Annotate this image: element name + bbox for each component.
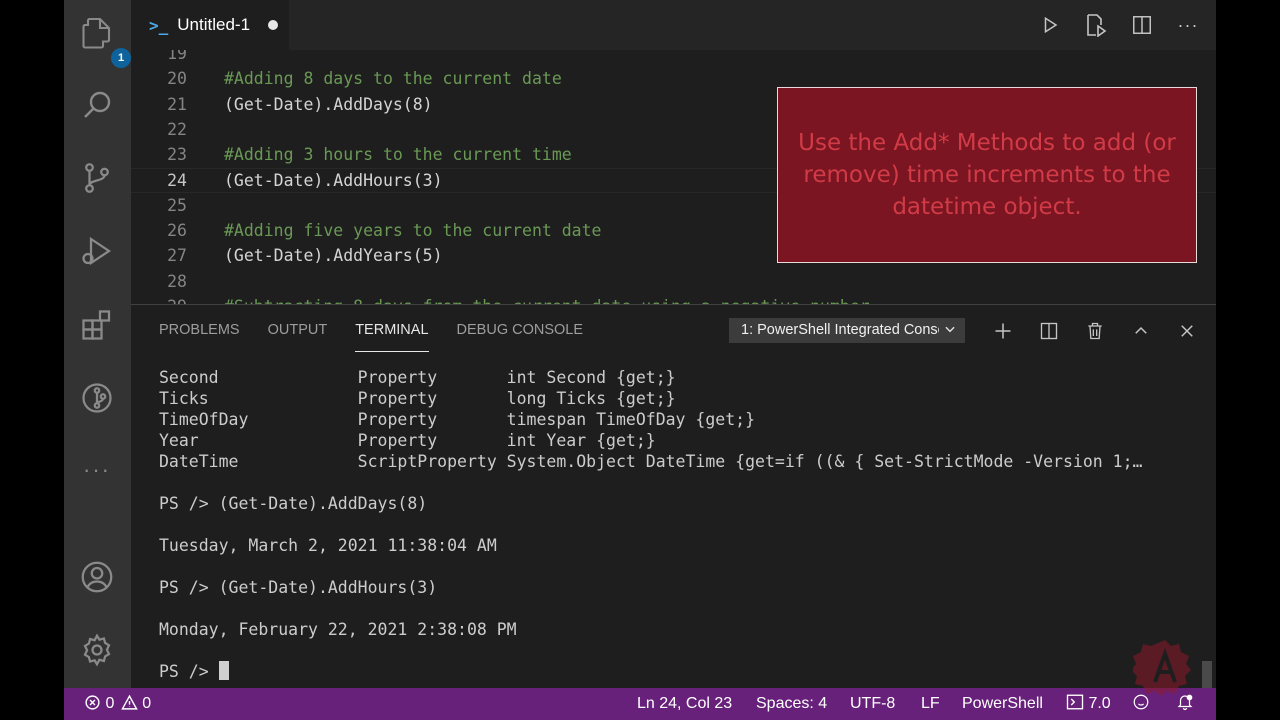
terminal-line: Second Property int Second {get;} — [159, 368, 676, 387]
line-number: 23 — [167, 145, 187, 165]
callout-overlay: Use the Add* Methods to add (or remove) … — [777, 87, 1197, 263]
code-line[interactable]: 28 — [131, 269, 1216, 294]
code-comment: #Subtracting 8 days from the current dat… — [224, 294, 870, 304]
account-icon[interactable] — [77, 557, 117, 597]
tab-title: Untitled-1 — [177, 15, 251, 34]
line-number: 26 — [167, 221, 187, 241]
vscode-window: 1 ··· >_ Untitled-1 ··· 19 20 #Adding 8 … — [64, 0, 1216, 720]
split-terminal-icon[interactable] — [1035, 317, 1063, 345]
new-terminal-icon[interactable] — [989, 317, 1017, 345]
line-number: 27 — [167, 246, 187, 266]
eol-status[interactable]: LF — [921, 688, 940, 720]
tab-problems[interactable]: PROBLEMS — [159, 305, 240, 355]
tab-terminal[interactable]: TERMINAL — [355, 305, 429, 355]
code-comment: #Adding 8 days to the current date — [224, 69, 562, 89]
terminal-scrollbar[interactable] — [1202, 661, 1212, 689]
terminal-line: PS /> (Get-Date).AddHours(3) — [159, 578, 438, 597]
search-icon[interactable] — [77, 85, 117, 125]
panel-tabs: PROBLEMS OUTPUT TERMINAL DEBUG CONSOLE — [159, 305, 611, 355]
code-line[interactable]: 19 — [131, 50, 1216, 66]
editor-tab[interactable]: >_ Untitled-1 — [131, 0, 289, 50]
bottom-panel: PROBLEMS OUTPUT TERMINAL DEBUG CONSOLE 1… — [131, 304, 1216, 689]
more-actions-icon[interactable]: ··· — [1174, 10, 1202, 40]
editor-actions: ··· — [1036, 10, 1202, 40]
terminal-line: PS /> (Get-Date).AddDays(8) — [159, 494, 428, 513]
tab-output[interactable]: OUTPUT — [268, 305, 328, 355]
line-number: 29 — [131, 294, 187, 304]
terminal-prompt-line[interactable]: PS /> — [159, 661, 1142, 682]
panel-actions — [989, 317, 1201, 345]
run-icon[interactable] — [1036, 10, 1064, 40]
terminal-select[interactable]: 1: PowerShell Integrated Console — [729, 318, 965, 343]
split-editor-icon[interactable] — [1128, 10, 1156, 40]
encoding-status[interactable]: UTF-8 — [850, 688, 895, 720]
terminal-line: Tuesday, March 2, 2021 11:38:04 AM — [159, 536, 497, 555]
language-mode[interactable]: PowerShell — [962, 688, 1043, 720]
run-debug-icon[interactable] — [77, 231, 117, 271]
settings-gear-icon[interactable] — [77, 630, 117, 670]
line-number: 22 — [167, 119, 187, 139]
activity-bar: 1 ··· — [64, 0, 131, 688]
warning-icon — [121, 694, 138, 710]
chevron-down-icon — [939, 318, 957, 343]
tab-debug-console[interactable]: DEBUG CONSOLE — [457, 305, 584, 355]
line-number: 25 — [167, 195, 187, 215]
terminal-line: DateTime ScriptProperty System.Object Da… — [159, 452, 1143, 471]
warning-count: 0 — [142, 695, 152, 712]
terminal-line: Monday, February 22, 2021 2:38:08 PM — [159, 620, 517, 639]
terminal-line: Ticks Property long Ticks {get;} — [159, 389, 676, 408]
git-graph-icon[interactable] — [77, 378, 117, 418]
terminal-cursor — [218, 661, 229, 680]
files-icon[interactable]: 1 — [77, 14, 131, 68]
terminal-output[interactable]: Second Property int Second {get;} Ticks P… — [159, 367, 1142, 682]
run-selection-icon[interactable] — [1082, 10, 1110, 40]
terminal-line: Year Property int Year {get;} — [159, 431, 656, 450]
line-number: 24 — [167, 170, 187, 190]
terminal-icon — [1066, 694, 1084, 710]
source-control-icon[interactable] — [77, 158, 117, 198]
unsaved-dot-icon[interactable] — [268, 20, 279, 30]
brand-logo-icon — [1133, 640, 1191, 696]
status-bar: 0 0 Ln 24, Col 23 Spaces: 4 UTF-8 LF Pow… — [64, 688, 1216, 720]
code-comment: #Adding five years to the current date — [224, 221, 602, 241]
code-text: (Get-Date).AddYears(5) — [224, 246, 443, 266]
editor-tab-bar: >_ Untitled-1 ··· — [131, 0, 1216, 50]
code-line[interactable]: 29 #Subtracting 8 days from the current d… — [131, 294, 1216, 304]
terminal-prompt: PS /> — [159, 662, 219, 681]
more-icon[interactable]: ··· — [77, 450, 117, 490]
indentation-status[interactable]: Spaces: 4 — [756, 688, 827, 720]
error-count: 0 — [105, 695, 115, 712]
line-number: 28 — [167, 271, 187, 291]
terminal-line: TimeOfDay Property timespan TimeOfDay {g… — [159, 410, 756, 429]
terminal-select-value: 1: PowerShell Integrated Console — [741, 322, 958, 338]
line-number: 20 — [167, 69, 187, 89]
code-comment: #Adding 3 hours to the current time — [224, 145, 572, 165]
error-icon — [85, 695, 100, 710]
explorer-badge: 1 — [111, 48, 131, 68]
close-panel-icon[interactable] — [1173, 317, 1201, 345]
cursor-position[interactable]: Ln 24, Col 23 — [637, 688, 732, 720]
powershell-version[interactable]: 7.0 — [1066, 688, 1111, 720]
problems-status[interactable]: 0 0 — [84, 688, 151, 720]
trash-icon[interactable] — [1081, 317, 1109, 345]
code-text: (Get-Date).AddDays(8) — [224, 94, 433, 114]
line-number: 19 — [167, 50, 187, 63]
code-text: (Get-Date).AddHours(3) — [224, 170, 443, 190]
powershell-file-icon: >_ — [149, 15, 169, 35]
callout-text: Use the Add* Methods to add (or remove) … — [798, 130, 1176, 220]
extensions-icon[interactable] — [77, 305, 117, 345]
version-label: 7.0 — [1088, 695, 1111, 712]
line-number: 21 — [167, 94, 187, 114]
maximize-panel-icon[interactable] — [1127, 317, 1155, 345]
